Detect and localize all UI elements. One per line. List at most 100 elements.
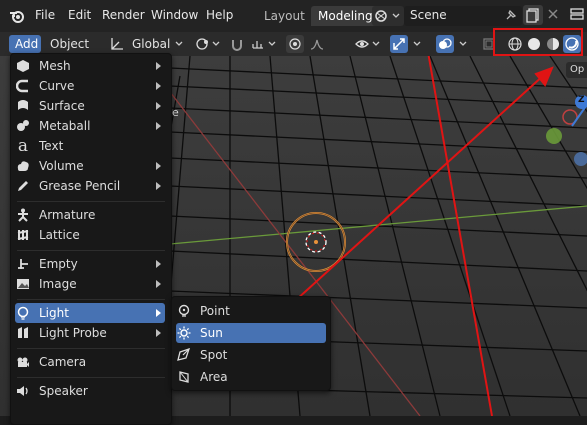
menu-item-empty[interactable]: Empty (15, 254, 165, 274)
pin-icon[interactable] (504, 8, 518, 22)
menu-item-label: Point (200, 304, 230, 318)
proportional-editing-icon[interactable] (286, 35, 304, 53)
viewport-partial-label: e (172, 106, 179, 119)
menu-window[interactable]: Window (151, 8, 198, 22)
menu-separator (17, 201, 165, 202)
menu-item-label: Camera (39, 355, 87, 369)
snap-target-icon[interactable] (250, 35, 278, 53)
empty-icon (15, 256, 31, 272)
submenu-arrow-icon (156, 260, 161, 268)
falloff-icon[interactable] (308, 35, 326, 53)
menu-item-label: Sun (200, 326, 223, 340)
menu-item-speaker[interactable]: Speaker (15, 381, 165, 401)
menu-item-curve[interactable]: Curve (15, 76, 165, 96)
submenu-arrow-icon (156, 102, 161, 110)
visibility-icon[interactable] (354, 35, 382, 53)
menu-item-image[interactable]: Image (15, 274, 165, 294)
spot-light-icon (176, 347, 192, 363)
menu-item-label: Grease Pencil (39, 179, 121, 193)
menu-item-label: Spot (200, 348, 228, 362)
menu-separator (17, 348, 165, 349)
gizmo-dropdown-icon[interactable] (410, 35, 424, 53)
new-scene-icon[interactable] (523, 5, 543, 25)
menu-help[interactable]: Help (206, 8, 233, 22)
speaker-icon (15, 383, 31, 399)
menu-item-spot[interactable]: Spot (176, 345, 326, 365)
menu-item-mesh[interactable]: Mesh (15, 56, 165, 76)
menu-render[interactable]: Render (102, 8, 145, 22)
submenu-arrow-icon (156, 309, 161, 317)
menu-item-sun[interactable]: Sun (176, 323, 326, 343)
menu-item-area[interactable]: Area (176, 367, 326, 387)
surface-icon (15, 98, 31, 114)
add-label: Add (15, 37, 39, 51)
menu-item-camera[interactable]: Camera (15, 352, 165, 372)
annotation-box (493, 28, 583, 56)
overlays-dropdown-icon[interactable] (456, 35, 470, 53)
camera-icon (15, 354, 31, 370)
gizmo-y-axis[interactable] (546, 128, 562, 144)
snap-icon[interactable] (228, 35, 246, 53)
overlays-icon[interactable] (436, 35, 454, 53)
lattice-icon (15, 227, 31, 243)
close-icon[interactable] (546, 7, 560, 21)
menu-item-label: Lattice (39, 228, 80, 242)
menu-item-armature[interactable]: Armature (15, 205, 165, 225)
object-menu-button[interactable]: Object (44, 35, 92, 53)
submenu-arrow-icon (156, 329, 161, 337)
view-layer-icon[interactable] (568, 6, 586, 24)
chevron-down-icon (175, 41, 183, 46)
metaball-icon (15, 118, 31, 134)
pivot-point-icon[interactable] (194, 35, 222, 53)
text-icon: a (17, 136, 29, 156)
menu-item-metaball[interactable]: Metaball (15, 116, 165, 136)
submenu-arrow-icon (156, 280, 161, 288)
menu-item-label: Area (200, 370, 228, 384)
tab-layout[interactable]: Layout (264, 9, 305, 23)
orientation-dropdown[interactable]: Global (126, 35, 186, 53)
scene-icon (375, 10, 400, 22)
menu-item-label: Light (39, 306, 69, 320)
options-button[interactable]: Op (566, 62, 587, 78)
menu-item-text[interactable]: a Text (15, 136, 165, 156)
orientation-label: Global (132, 37, 171, 51)
menu-file[interactable]: File (35, 8, 55, 22)
submenu-arrow-icon (156, 182, 161, 190)
menu-item-volume[interactable]: Volume (15, 156, 165, 176)
light-submenu: Point Sun Spot Area (171, 296, 331, 391)
menu-edit[interactable]: Edit (68, 8, 91, 22)
menu-item-label: Text (39, 139, 64, 153)
menu-item-surface[interactable]: Surface (15, 96, 165, 116)
menu-item-light-probe[interactable]: Light Probe (15, 323, 165, 343)
menu-item-point[interactable]: Point (176, 301, 326, 321)
sun-light-icon (176, 325, 192, 341)
menu-item-label: Light Probe (39, 326, 107, 340)
blender-logo-icon[interactable] (8, 7, 26, 25)
menu-item-lattice[interactable]: Lattice (15, 225, 165, 245)
object-label: Object (50, 37, 90, 51)
menu-separator (17, 299, 165, 300)
volume-icon (15, 158, 31, 174)
tab-modeling[interactable]: Modeling (311, 6, 380, 26)
menu-item-label: Curve (39, 79, 75, 93)
point-light-icon (176, 303, 192, 319)
armature-icon (15, 207, 31, 223)
menu-item-grease-pencil[interactable]: Grease Pencil (15, 176, 165, 196)
submenu-arrow-icon (156, 122, 161, 130)
menu-item-light[interactable]: Light (15, 303, 165, 323)
add-menu-button[interactable]: Add (9, 35, 41, 53)
gizmo-icon[interactable] (390, 35, 408, 53)
scene-selector[interactable] (372, 6, 404, 26)
mesh-icon (15, 58, 31, 74)
add-menu: Mesh Curve Surface Metaball a Text Volum… (10, 53, 172, 425)
menu-item-label: Speaker (39, 384, 88, 398)
menu-item-label: Image (39, 277, 77, 291)
light-probe-icon (15, 325, 31, 341)
light-icon (15, 305, 31, 321)
options-label: Op (570, 64, 585, 75)
menu-item-label: Surface (39, 99, 85, 113)
menu-item-label: Empty (39, 257, 78, 271)
grease-pencil-icon (15, 178, 31, 194)
menu-separator (17, 377, 165, 378)
submenu-arrow-icon (156, 62, 161, 70)
